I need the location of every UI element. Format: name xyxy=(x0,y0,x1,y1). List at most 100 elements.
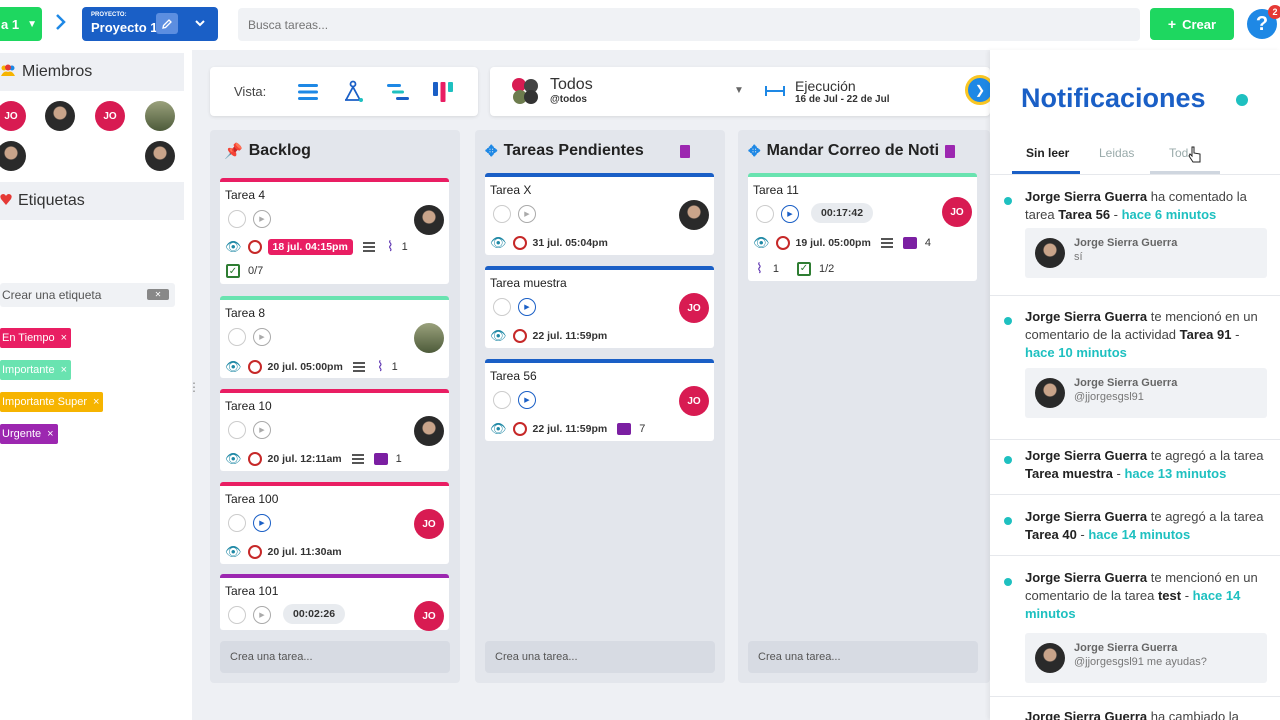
gantt-view-icon[interactable] xyxy=(386,80,410,104)
play-timer-icon[interactable]: ▶ xyxy=(253,514,271,532)
assignee-avatar[interactable]: JO xyxy=(414,601,444,631)
notification-item[interactable]: Jorge Sierra Guerra ha comentado la tare… xyxy=(990,188,1280,296)
notification-target[interactable]: Tarea 56 xyxy=(1058,207,1110,222)
tag-importante[interactable]: Importante × xyxy=(0,360,72,380)
chevron-down-icon[interactable]: ▼ xyxy=(734,85,744,96)
remove-tag-icon[interactable]: × xyxy=(61,332,67,344)
task-card[interactable]: Tarea 100 ▶ JO 👁 20 jul. 11:30am xyxy=(220,482,449,564)
chevron-down-icon[interactable] xyxy=(194,17,206,31)
assignee-avatar[interactable] xyxy=(414,416,444,446)
member-avatar[interactable] xyxy=(145,101,175,131)
notification-item[interactable]: Jorge Sierra Guerra te agregó a la tarea… xyxy=(990,447,1280,495)
member-avatar[interactable] xyxy=(0,141,26,171)
complete-checkbox[interactable] xyxy=(756,205,774,223)
task-card[interactable]: Tarea X ▶ 👁 31 jul. 05:04pm xyxy=(485,173,714,255)
clear-input-icon[interactable]: ✕ xyxy=(147,289,169,300)
task-card[interactable]: Tarea 8 ▶ 👁 20 jul. 05:00pm ⌇ 1 xyxy=(220,296,449,378)
play-timer-icon[interactable]: ▶ xyxy=(518,205,536,223)
edit-pencil-icon[interactable] xyxy=(156,13,178,34)
complete-checkbox[interactable] xyxy=(228,421,246,439)
notification-target[interactable]: Tarea 40 xyxy=(1025,527,1077,542)
due-date[interactable]: 20 jul. 05:00pm xyxy=(268,361,343,373)
eye-icon[interactable]: 👁 xyxy=(490,421,507,437)
play-timer-icon[interactable]: ▶ xyxy=(781,205,799,223)
task-card[interactable]: Tarea muestra ▶ JO 👁 22 jul. 11:59pm xyxy=(485,266,714,348)
assignee-avatar[interactable]: JO xyxy=(414,509,444,539)
tag-importante-super[interactable]: Importante Super × xyxy=(0,392,104,412)
resize-handle-icon[interactable]: ⋮ xyxy=(188,380,200,394)
play-timer-icon[interactable]: ▶ xyxy=(253,210,271,228)
tab-leidas[interactable]: Leidas xyxy=(1099,146,1134,160)
create-task-button[interactable]: Crea una tarea... xyxy=(748,641,978,673)
remove-tag-icon[interactable]: × xyxy=(93,396,99,408)
task-card[interactable]: Tarea 4 ▶ 👁 18 jul. 04:15pm ⌇ 1 ✓ 0/7 xyxy=(220,178,449,284)
play-timer-icon[interactable]: ▶ xyxy=(518,298,536,316)
member-avatar[interactable]: JO xyxy=(95,101,125,131)
notification-target[interactable]: Tarea 91 xyxy=(1180,327,1232,342)
play-timer-icon[interactable]: ▶ xyxy=(253,421,271,439)
notification-item[interactable]: Jorge Sierra Guerra te mencionó en un co… xyxy=(990,308,1280,440)
notification-target[interactable]: test xyxy=(1158,588,1181,603)
assignee-avatar[interactable] xyxy=(414,323,444,353)
eye-icon[interactable]: 👁 xyxy=(753,235,770,251)
tag-en-tiempo[interactable]: En Tiempo × xyxy=(0,328,72,348)
eye-icon[interactable]: 👁 xyxy=(490,235,507,251)
tab-todas[interactable]: Tod xyxy=(1169,146,1188,160)
play-timer-icon[interactable]: ▶ xyxy=(518,391,536,409)
search-input[interactable] xyxy=(238,8,1140,41)
play-timer-icon[interactable]: ▶ xyxy=(253,606,271,624)
eye-icon[interactable]: 👁 xyxy=(225,451,242,467)
member-avatar[interactable]: JO xyxy=(0,101,26,131)
assignee-avatar[interactable] xyxy=(679,200,709,230)
complete-checkbox[interactable] xyxy=(228,210,246,228)
tab-sin-leer[interactable]: Sin leer xyxy=(1026,146,1069,160)
due-date[interactable]: 18 jul. 04:15pm xyxy=(267,238,353,255)
remove-tag-icon[interactable]: × xyxy=(47,428,53,440)
create-task-button[interactable]: Crea una tarea... xyxy=(220,641,450,673)
complete-checkbox[interactable] xyxy=(493,391,511,409)
complete-checkbox[interactable] xyxy=(493,298,511,316)
trash-icon[interactable] xyxy=(679,144,690,158)
notification-item[interactable]: Jorge Sierra Guerra te agregó a la tarea… xyxy=(990,508,1280,556)
eye-icon[interactable]: 👁 xyxy=(225,544,242,560)
assignee-filter-label[interactable]: Todos xyxy=(550,76,593,94)
assignee-avatar[interactable] xyxy=(414,205,444,235)
assignee-avatar[interactable]: JO xyxy=(679,293,709,323)
create-tag-input[interactable]: Crear una etiqueta ✕ xyxy=(0,283,175,307)
assignee-avatar[interactable]: JO xyxy=(942,197,972,227)
due-date[interactable]: 22 jul. 11:59pm xyxy=(533,423,608,435)
task-card[interactable]: Tarea 10 ▶ 👁 20 jul. 12:11am 1 xyxy=(220,389,449,471)
play-timer-icon[interactable]: ▶ xyxy=(253,328,271,346)
complete-checkbox[interactable] xyxy=(228,606,246,624)
trash-icon[interactable] xyxy=(945,144,956,158)
notification-target[interactable]: Tarea muestra xyxy=(1025,466,1113,481)
eye-icon[interactable]: 👁 xyxy=(225,359,242,375)
notification-item[interactable]: Jorge Sierra Guerra ha cambiado la xyxy=(990,708,1280,720)
kanban-view-icon[interactable] xyxy=(431,80,455,104)
notification-item[interactable]: Jorge Sierra Guerra te mencionó en un co… xyxy=(990,569,1280,697)
workflow-view-icon[interactable] xyxy=(341,80,365,104)
member-avatar[interactable] xyxy=(45,101,75,131)
remove-tag-icon[interactable]: × xyxy=(61,364,67,376)
due-date[interactable]: 31 jul. 05:04pm xyxy=(533,237,608,249)
workspace-selector[interactable]: a 1 ▼ xyxy=(0,7,42,41)
create-task-button[interactable]: Crea una tarea... xyxy=(485,641,715,673)
complete-checkbox[interactable] xyxy=(228,514,246,532)
list-view-icon[interactable] xyxy=(296,80,320,104)
task-card[interactable]: Tarea 101 ▶ 00:02:26 JO xyxy=(220,574,449,631)
due-date[interactable]: 19 jul. 05:00pm xyxy=(796,237,871,249)
execution-label[interactable]: Ejecución xyxy=(795,78,856,94)
due-date[interactable]: 22 jul. 11:59pm xyxy=(533,330,608,342)
eye-icon[interactable]: 👁 xyxy=(225,239,242,255)
project-selector[interactable]: PROYECTO: Proyecto 1 xyxy=(82,7,218,41)
task-card[interactable]: Tarea 11 ▶ 00:17:42 JO 👁 19 jul. 05:00pm… xyxy=(748,173,977,281)
complete-checkbox[interactable] xyxy=(493,205,511,223)
member-avatar[interactable] xyxy=(145,141,175,171)
assignee-avatar[interactable]: JO xyxy=(679,386,709,416)
task-card[interactable]: Tarea 56 ▶ JO 👁 22 jul. 11:59pm 7 xyxy=(485,359,714,441)
due-date[interactable]: 20 jul. 12:11am xyxy=(268,453,342,465)
tag-urgente[interactable]: Urgente × xyxy=(0,424,58,444)
due-date[interactable]: 20 jul. 11:30am xyxy=(268,546,342,558)
create-button[interactable]: + Crear xyxy=(1150,8,1234,40)
complete-checkbox[interactable] xyxy=(228,328,246,346)
